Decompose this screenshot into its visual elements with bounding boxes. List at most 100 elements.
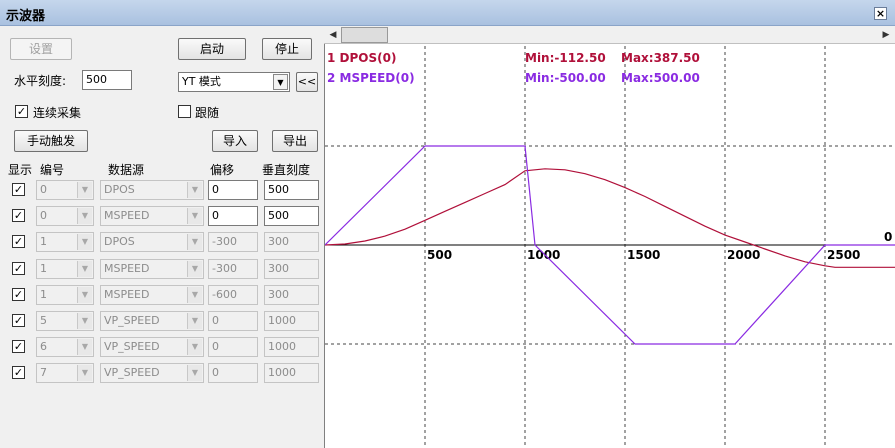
row-offset-input[interactable]: 0 (208, 206, 258, 226)
row-num-select[interactable]: 5 ▼ (36, 311, 94, 331)
row-vscale-input[interactable]: 1000 (264, 363, 319, 383)
row-source-value: VP_SPEED (104, 314, 160, 327)
mode-select[interactable]: YT 模式 ▼ (178, 72, 290, 92)
legend-min: Min:-112.50 (525, 51, 606, 65)
collapse-button[interactable]: << (296, 72, 318, 92)
row-show-checkbox[interactable]: ✓ (12, 262, 25, 275)
control-panel: 设置 启动 停止 水平刻度: 500 YT 模式 ▼ << ✓ 连续采集 跟随 … (0, 26, 324, 448)
x-tick-label: 2000 (727, 248, 760, 262)
row-offset-input[interactable]: 0 (208, 337, 258, 357)
follow-checkbox[interactable] (178, 105, 191, 118)
check-icon: ✓ (13, 262, 24, 275)
row-num-value: 6 (40, 340, 47, 353)
chevron-down-icon: ▼ (187, 234, 202, 250)
x-tick-label: 500 (427, 248, 452, 262)
row-source-select[interactable]: DPOS ▼ (100, 180, 204, 200)
continuous-label: 连续采集 (33, 106, 82, 120)
col-header-num: 编号 (40, 163, 65, 177)
row-source-value: DPOS (104, 183, 135, 196)
chevron-down-icon: ▼ (77, 234, 92, 250)
row-show-checkbox[interactable]: ✓ (12, 340, 25, 353)
row-num-select[interactable]: 1 ▼ (36, 232, 94, 252)
check-icon: ✓ (13, 183, 24, 196)
horizontal-scrollbar[interactable]: ◀ ▶ (324, 26, 895, 44)
row-num-select[interactable]: 6 ▼ (36, 337, 94, 357)
scroll-right-icon[interactable]: ▶ (878, 27, 894, 43)
row-show-checkbox[interactable]: ✓ (12, 183, 25, 196)
x-tick-label: 1500 (627, 248, 660, 262)
check-icon: ✓ (13, 314, 24, 327)
stop-button[interactable]: 停止 (262, 38, 312, 60)
row-show-checkbox[interactable]: ✓ (12, 366, 25, 379)
row-show-checkbox[interactable]: ✓ (12, 314, 25, 327)
chevron-down-icon: ▼ (77, 287, 92, 303)
scroll-left-icon[interactable]: ◀ (325, 27, 341, 43)
chevron-down-icon: ▼ (77, 339, 92, 355)
row-source-value: MSPEED (104, 209, 150, 222)
row-vscale-input[interactable]: 1000 (264, 311, 319, 331)
row-offset-input[interactable]: 0 (208, 363, 258, 383)
row-offset-input[interactable]: 0 (208, 180, 258, 200)
title-bar (0, 0, 895, 26)
legend-max: Max:500.00 (621, 71, 700, 85)
row-source-value: MSPEED (104, 288, 150, 301)
row-num-value: 1 (40, 235, 47, 248)
row-source-select[interactable]: MSPEED ▼ (100, 259, 204, 279)
chevron-down-icon: ▼ (187, 339, 202, 355)
row-num-select[interactable]: 0 ▼ (36, 206, 94, 226)
row-source-select[interactable]: VP_SPEED ▼ (100, 311, 204, 331)
legend-label: 1 DPOS(0) (327, 51, 396, 65)
row-num-select[interactable]: 1 ▼ (36, 259, 94, 279)
x-tick-label: 1000 (527, 248, 560, 262)
row-source-select[interactable]: VP_SPEED ▼ (100, 337, 204, 357)
row-show-checkbox[interactable]: ✓ (12, 209, 25, 222)
col-header-vscale: 垂直刻度 (262, 163, 311, 177)
col-header-offset: 偏移 (210, 163, 235, 177)
export-button[interactable]: 导出 (272, 130, 318, 152)
chevron-down-icon: ▼ (187, 313, 202, 329)
row-source-select[interactable]: DPOS ▼ (100, 232, 204, 252)
row-offset-input[interactable]: -300 (208, 259, 258, 279)
row-num-value: 7 (40, 366, 47, 379)
row-source-select[interactable]: MSPEED ▼ (100, 285, 204, 305)
setup-button[interactable]: 设置 (10, 38, 72, 60)
row-vscale-input[interactable]: 1000 (264, 337, 319, 357)
row-source-select[interactable]: MSPEED ▼ (100, 206, 204, 226)
row-source-value: DPOS (104, 235, 135, 248)
row-vscale-input[interactable]: 500 (264, 180, 319, 200)
legend-max: Max:387.50 (621, 51, 700, 65)
row-vscale-input[interactable]: 300 (264, 259, 319, 279)
row-num-select[interactable]: 1 ▼ (36, 285, 94, 305)
manual-trigger-button[interactable]: 手动触发 (14, 130, 88, 152)
row-offset-input[interactable]: -600 (208, 285, 258, 305)
row-offset-input[interactable]: 0 (208, 311, 258, 331)
row-offset-input[interactable]: -300 (208, 232, 258, 252)
row-vscale-input[interactable]: 300 (264, 285, 319, 305)
row-vscale-input[interactable]: 300 (264, 232, 319, 252)
row-vscale-input[interactable]: 500 (264, 206, 319, 226)
oscilloscope-chart[interactable]: 500 1000 1500 2000 2500 0 1 DPOS(0) Min:-112.50… (324, 26, 895, 448)
row-show-checkbox[interactable]: ✓ (12, 288, 25, 301)
mode-select-value: YT 模式 (182, 75, 221, 88)
row-num-value: 1 (40, 262, 47, 275)
col-header-source: 数据源 (108, 163, 145, 177)
chevron-down-icon: ▼ (187, 261, 202, 277)
legend-label: 2 MSPEED(0) (327, 71, 415, 85)
chevron-down-icon: ▼ (187, 287, 202, 303)
scroll-thumb[interactable] (341, 27, 388, 43)
x-tick-label: 2500 (827, 248, 860, 262)
row-source-select[interactable]: VP_SPEED ▼ (100, 363, 204, 383)
row-show-checkbox[interactable]: ✓ (12, 235, 25, 248)
hscale-input[interactable]: 500 (82, 70, 132, 90)
row-source-value: VP_SPEED (104, 366, 160, 379)
chevron-down-icon: ▼ (77, 313, 92, 329)
row-num-select[interactable]: 0 ▼ (36, 180, 94, 200)
row-num-value: 5 (40, 314, 47, 327)
import-button[interactable]: 导入 (212, 130, 258, 152)
close-button[interactable]: × (874, 7, 887, 20)
start-button[interactable]: 启动 (178, 38, 246, 60)
row-num-select[interactable]: 7 ▼ (36, 363, 94, 383)
check-icon: ✓ (13, 288, 24, 301)
continuous-checkbox[interactable]: ✓ (15, 105, 28, 118)
check-icon: ✓ (16, 105, 27, 118)
